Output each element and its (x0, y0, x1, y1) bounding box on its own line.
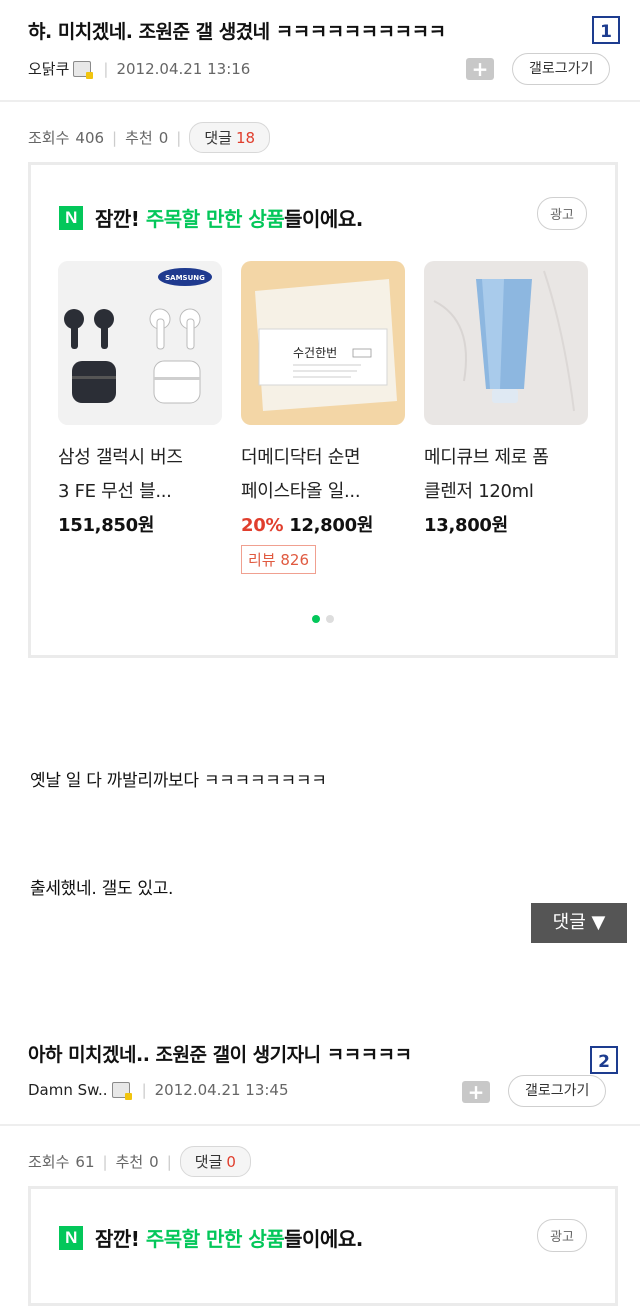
views-label: 조회수 (28, 1153, 70, 1171)
likes-count: 0 (149, 1152, 159, 1171)
post-number-badge: 2 (590, 1046, 618, 1074)
views-count: 61 (75, 1152, 95, 1171)
member-badge-icon (111, 1082, 132, 1100)
ad-heading-prefix: 잠깐! (95, 1227, 146, 1251)
ad-heading-suffix: 들이에요. (284, 1227, 363, 1251)
ad-tag[interactable]: 광고 (537, 1219, 587, 1252)
gallog-button[interactable]: 갤로그가기 (508, 1075, 607, 1107)
ad-heading: N 잠깐! 주목할 만한 상품 들이에요. (59, 1223, 363, 1252)
divider (0, 1124, 640, 1126)
ad-heading-highlight: 주목할 만한 상품 (145, 1227, 285, 1251)
comments-count: 0 (226, 1153, 236, 1171)
post-title[interactable]: 아하 미치겠네.. 조원준 갤이 생기자니 ㅋㅋㅋㅋㅋ (28, 1040, 412, 1067)
comment-count-pill[interactable]: 댓글 0 (179, 1146, 251, 1177)
post-stats: 조회수 61 | 추천 0 | 댓글 0 (28, 1146, 251, 1177)
product-ad-box: N 잠깐! 주목할 만한 상품 들이에요. 광고 (28, 1186, 618, 1306)
stats-separator: | (102, 1152, 108, 1171)
post-meta: Damn Sw.. | 2012.04.21 13:45 (28, 1081, 289, 1100)
post-2: 아하 미치겠네.. 조원준 갤이 생기자니 ㅋㅋㅋㅋㅋ 2 Damn Sw.. … (0, 0, 640, 1306)
meta-separator: | (141, 1081, 147, 1099)
author-name[interactable]: Damn Sw.. (28, 1081, 108, 1099)
add-plus-button[interactable]: + (462, 1081, 490, 1103)
comments-label: 댓글 (194, 1153, 223, 1171)
naver-logo-icon: N (59, 1225, 83, 1250)
stats-separator: | (166, 1152, 172, 1171)
likes-label: 추천 (115, 1153, 144, 1171)
post-date: 2012.04.21 13:45 (154, 1081, 289, 1099)
